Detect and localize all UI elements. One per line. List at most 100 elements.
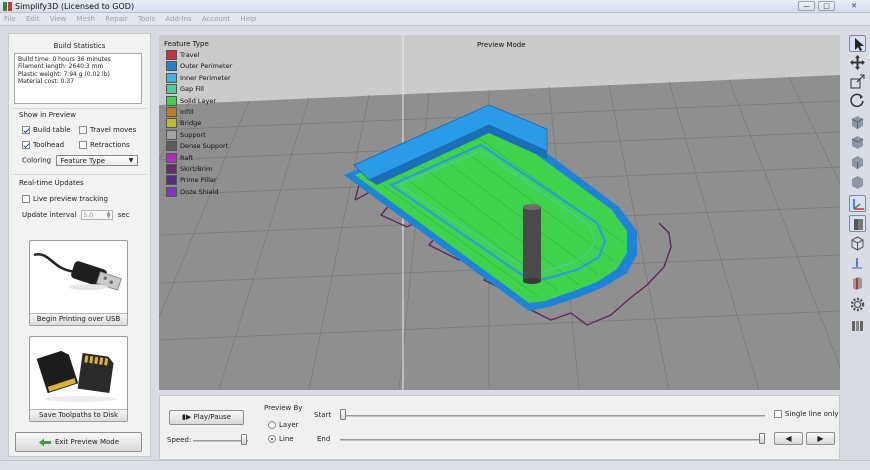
menu-tools[interactable]: Tools: [134, 13, 159, 23]
menu-help[interactable]: Help: [236, 13, 260, 23]
preview-by-title: Preview By: [264, 404, 303, 412]
update-interval-label: Update interval: [22, 211, 77, 219]
travel-moves-option[interactable]: Travel moves: [79, 126, 136, 134]
legend-swatch: [166, 175, 177, 186]
update-interval-spinbox[interactable]: 5.0 ▲ ▼: [80, 210, 113, 220]
legend-item: Ooze Shield: [164, 186, 244, 198]
save-toolpaths-button[interactable]: Save Toolpaths to Disk: [29, 336, 128, 422]
step-back-button[interactable]: ◀: [774, 432, 803, 445]
menu-mesh[interactable]: Mesh: [73, 13, 99, 23]
legend-label: Dense Support: [180, 142, 229, 151]
minimize-button[interactable]: —: [798, 1, 815, 11]
legend-item: Inner Perimeter: [164, 72, 244, 84]
legend-label: Inner Perimeter: [180, 73, 231, 82]
build-statistics-title: Build Statistics: [53, 42, 106, 50]
animation-control-panel: ▮▶ Play/Pause Speed: Preview By Layer Li…: [159, 395, 840, 460]
preview-by-layer-option[interactable]: Layer: [268, 421, 299, 429]
columns-icon[interactable]: [849, 317, 866, 334]
single-line-label: Single line only: [785, 410, 839, 418]
speed-slider-track[interactable]: [193, 440, 248, 442]
wire-cube-icon[interactable]: [849, 235, 866, 252]
rotate-icon[interactable]: [849, 92, 866, 109]
menu-add-ins[interactable]: Add-Ins: [161, 13, 195, 23]
toolhead-option[interactable]: Toolhead: [22, 141, 64, 149]
play-pause-button[interactable]: ▮▶ Play/Pause: [169, 410, 244, 425]
legend-swatch: [166, 106, 177, 117]
3d-preview-viewport[interactable]: Feature Type Travel Outer Perimeter Inner …: [159, 35, 840, 390]
start-slider-track[interactable]: [340, 415, 765, 417]
line-radio-label: Line: [279, 435, 294, 443]
stat-material-cost: Material cost: 0.37: [18, 78, 75, 86]
update-interval-value: 5.0: [83, 212, 94, 219]
legend-label: Bridge: [180, 119, 202, 128]
view-cube-icon-2[interactable]: [849, 134, 866, 151]
live-preview-option[interactable]: Live preview tracking: [22, 195, 108, 203]
update-interval-row: Update interval 5.0 ▲ ▼ sec: [22, 210, 130, 220]
menu-file[interactable]: File: [0, 13, 20, 23]
menu-edit[interactable]: Edit: [22, 13, 44, 23]
end-label: End: [317, 435, 331, 443]
legend-label: Support: [180, 130, 206, 139]
retractions-checkbox[interactable]: [79, 141, 87, 149]
legend-label: Raft: [180, 153, 194, 162]
preview-side-panel: Build Statistics Build time: 0 hours 36 …: [8, 33, 151, 457]
maximize-button[interactable]: □: [818, 1, 835, 11]
coloring-select-value: Feature Type: [60, 157, 106, 165]
build-table-checkbox[interactable]: [22, 126, 30, 134]
menu-bar: File Edit View Mesh Repair Tools Add-Ins…: [0, 13, 870, 26]
view-cube-icon-4[interactable]: [849, 174, 866, 191]
menu-repair[interactable]: Repair: [101, 13, 131, 23]
legend-swatch: [166, 84, 177, 95]
preview-mode-label: Preview Mode: [477, 41, 526, 49]
end-slider-track[interactable]: [340, 439, 765, 441]
end-slider-thumb[interactable]: [759, 433, 765, 444]
axes-icon[interactable]: [849, 195, 866, 212]
line-radio[interactable]: [268, 435, 276, 443]
usb-cable-icon: [33, 252, 122, 291]
single-line-checkbox[interactable]: [774, 410, 782, 418]
section-icon[interactable]: [849, 275, 866, 292]
toolhead-label: Toolhead: [33, 141, 65, 149]
save-toolpaths-label: Save Toolpaths to Disk: [30, 409, 127, 421]
layer-radio[interactable]: [268, 421, 276, 429]
live-preview-checkbox[interactable]: [22, 195, 30, 203]
toolhead-checkbox[interactable]: [22, 141, 30, 149]
exit-preview-mode-button[interactable]: Exit Preview Mode: [15, 432, 142, 452]
travel-moves-label: Travel moves: [90, 126, 137, 134]
retractions-option[interactable]: Retractions: [79, 141, 130, 149]
begin-printing-usb-button[interactable]: Begin Printing over USB: [29, 240, 128, 326]
speed-slider-thumb[interactable]: [240, 434, 247, 445]
legend-item: Prime Pillar: [164, 175, 244, 186]
realtime-updates-group: Real-time Updates Live preview tracking …: [13, 174, 147, 226]
close-button[interactable]: ✕: [842, 1, 866, 11]
coloring-select[interactable]: Feature Type ▼: [56, 155, 139, 166]
solid-cube-icon[interactable]: [849, 215, 866, 232]
select-arrow-icon[interactable]: [849, 35, 866, 52]
travel-moves-checkbox[interactable]: [79, 126, 87, 134]
scale-icon[interactable]: [849, 73, 866, 90]
axis-z-icon[interactable]: [849, 255, 866, 272]
legend-label: Solid Layer: [180, 96, 217, 105]
start-slider-thumb[interactable]: [340, 409, 346, 420]
coloring-row: Coloring Feature Type ▼: [22, 155, 139, 166]
simplify3d-logo-icon: [3, 2, 12, 11]
legend-swatch: [166, 129, 177, 140]
view-cube-icon-3[interactable]: [849, 154, 866, 171]
legend-label: Prime Pillar: [180, 176, 217, 185]
legend-label: Outer Perimeter: [180, 62, 233, 71]
legend-swatch: [166, 118, 177, 129]
preview-by-line-option[interactable]: Line: [268, 435, 294, 443]
step-forward-button[interactable]: ▶: [806, 432, 835, 445]
toolhead-nozzle: [523, 207, 541, 281]
legend-item: Dense Support: [164, 141, 244, 152]
retractions-label: Retractions: [90, 141, 130, 149]
menu-view[interactable]: View: [46, 13, 71, 23]
build-table-option[interactable]: Build table: [22, 126, 71, 134]
settings-gear-icon[interactable]: [849, 296, 866, 313]
menu-account[interactable]: Account: [198, 13, 234, 23]
show-in-preview-title: Show in Preview: [19, 111, 76, 119]
single-line-option[interactable]: Single line only: [774, 410, 838, 418]
move-icon[interactable]: [849, 54, 866, 71]
live-preview-label: Live preview tracking: [33, 195, 108, 203]
view-cube-icon[interactable]: [849, 114, 866, 131]
